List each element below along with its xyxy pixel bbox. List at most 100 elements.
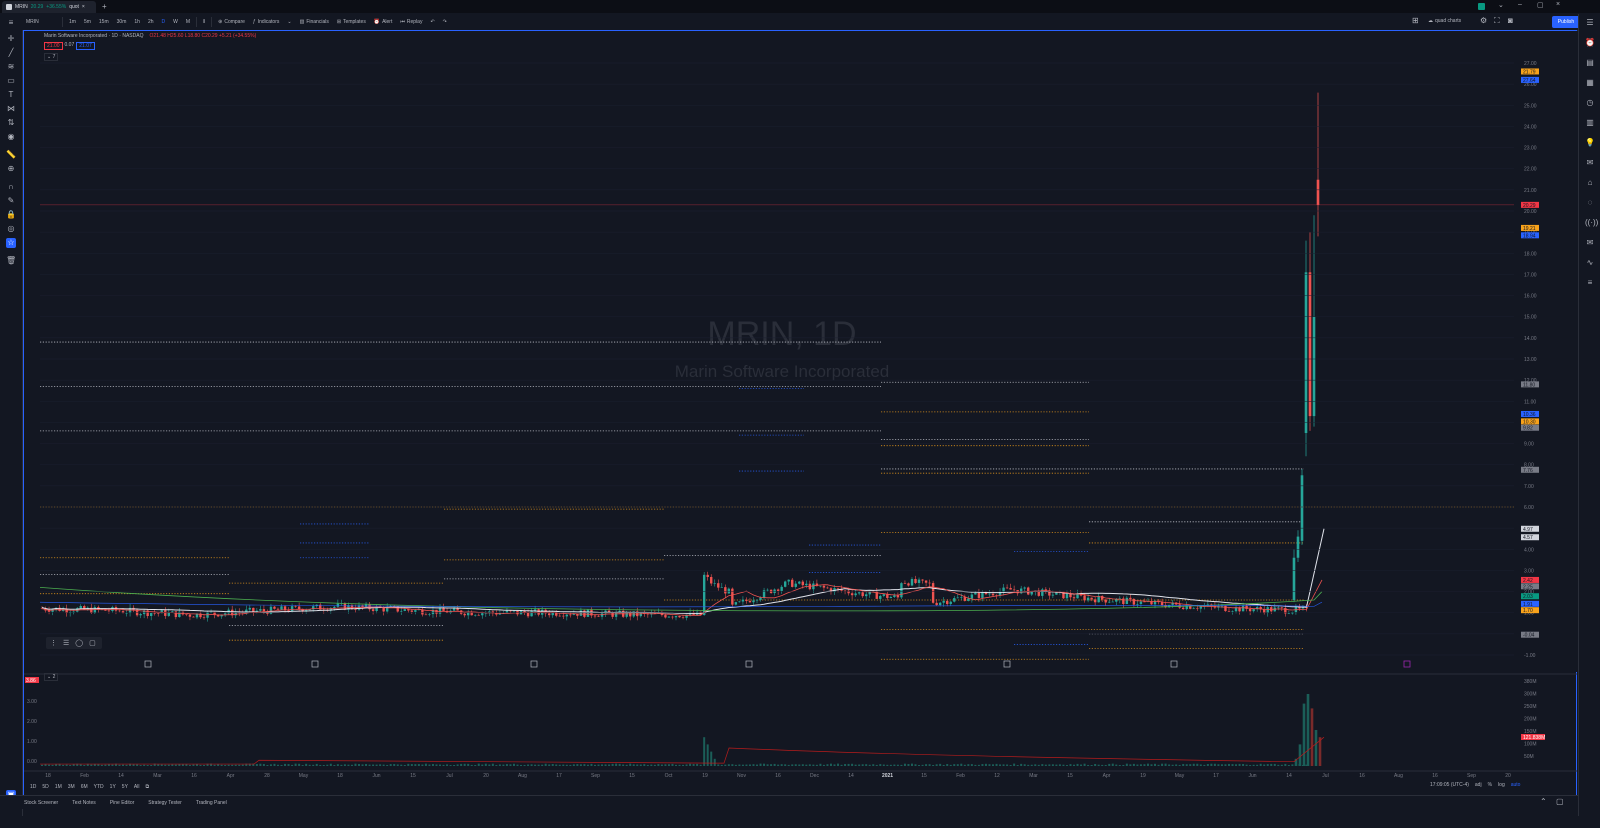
camera-icon[interactable]: ◙ [1508,16,1513,25]
templates-button[interactable]: ⊞ Templates [333,19,370,25]
interval-1m[interactable]: 1m [65,19,80,25]
magnet-icon[interactable]: ∩ [6,182,16,192]
close-window-icon[interactable]: × [1556,1,1560,8]
financials-button[interactable]: ▥ Financials [296,19,333,25]
eye-icon[interactable]: ◉ [6,132,16,142]
chat-rooms-icon[interactable]: ⌂ [1585,178,1595,188]
layout-selector[interactable]: ☁ quad charts [1428,18,1461,24]
tab-text-notes[interactable]: Text Notes [72,800,96,806]
collapse-panel-icon[interactable]: ⌃ [1540,797,1547,806]
range-5D[interactable]: 5D [42,784,48,790]
trash-icon[interactable]: 🗑 [6,256,16,266]
alerts-icon[interactable]: ⏰ [1585,38,1595,48]
prediction-icon[interactable]: ⇅ [6,118,16,128]
candles-style-icon[interactable]: ⫴ [199,19,209,25]
interval-1h[interactable]: 1h [130,19,144,25]
range-1D[interactable]: 1D [30,784,36,790]
price-chart[interactable]: MRIN, 1D Marin Software Incorporated 27.… [24,31,1577,781]
broadcast-icon[interactable]: ((·)) [1585,218,1598,228]
watchlist-icon[interactable]: ☰ [1585,18,1595,28]
collapse-legend-icon[interactable]: ⌄ 7 [44,53,59,61]
text-icon[interactable]: T [6,90,16,100]
range-3M[interactable]: 3M [68,784,75,790]
stay-drawing-icon[interactable]: ✎ [6,196,16,206]
clock-text[interactable]: 17:09:05 (UTC-4) [1430,782,1469,788]
interval-M[interactable]: M [182,19,194,25]
minimize-icon[interactable]: – [1518,1,1522,8]
favorites-icon[interactable]: ☆ [6,238,16,248]
chevron-down-icon[interactable]: ⌄ [1498,1,1504,9]
log-toggle[interactable]: log [1498,782,1505,788]
indicators-button[interactable]: ƒ Indicators [249,19,283,25]
ellipse-icon[interactable]: ◯ [75,639,83,647]
new-tab-icon[interactable]: + [102,2,107,11]
earnings-marker[interactable] [311,660,319,668]
range-6M[interactable]: 6M [81,784,88,790]
trendline-icon[interactable]: ╱ [6,48,16,58]
earnings-marker[interactable] [1003,660,1011,668]
pattern-icon[interactable]: ⋈ [6,104,16,114]
symbol-search[interactable]: MRIN [22,19,60,25]
fullscreen-icon[interactable]: ⛶ [1494,16,1500,26]
tab-strategy-tester[interactable]: Strategy Tester [148,800,182,806]
hide-icon[interactable]: ◎ [6,224,16,234]
bid-button[interactable]: 21.00 [44,42,63,50]
browser-tab[interactable]: MRIN 20.29 +36.55% quot × [2,1,96,13]
interval-W[interactable]: W [169,19,182,25]
interval-5m[interactable]: 5m [80,19,95,25]
template-icon[interactable]: ☰ [63,639,69,647]
tab-trading-panel[interactable]: Trading Panel [196,800,227,806]
layout-icon[interactable]: ⊞ [1412,16,1419,25]
adj-toggle[interactable]: adj [1475,782,1482,788]
legend-title[interactable]: Marin Software Incorporated · 1D · NASDA… [44,33,143,39]
publish-button[interactable]: Publish [1552,16,1580,28]
alert-button[interactable]: ⏰ Alert [370,19,397,25]
close-tab-icon[interactable]: × [82,4,85,10]
fib-icon[interactable]: ≋ [6,62,16,72]
earnings-marker[interactable] [1403,660,1411,668]
tab-stock-screener[interactable]: Stock Screener [24,800,58,806]
signals-icon[interactable]: ∿ [1585,258,1595,268]
redo-icon[interactable]: ↷ [439,19,451,25]
settings-icon[interactable]: ⚙ [1480,16,1487,25]
earnings-marker[interactable] [745,660,753,668]
rectangle-icon[interactable]: ▢ [89,639,96,647]
maximize-panel-icon[interactable]: ▢ [1556,797,1564,806]
undo-icon[interactable]: ↶ [426,19,438,25]
range-1Y[interactable]: 1Y [110,784,116,790]
auto-toggle[interactable]: auto [1511,782,1521,788]
calendar-icon[interactable]: ◷ [1585,98,1595,108]
earnings-marker[interactable] [530,660,538,668]
earnings-marker[interactable] [1170,660,1178,668]
hotlist-icon[interactable]: ▦ [1585,78,1595,88]
percent-toggle[interactable]: % [1488,782,1492,788]
shapes-icon[interactable]: ▭ [6,76,16,86]
menu-icon[interactable]: ≡ [0,18,22,27]
zoom-icon[interactable]: ⊕ [6,164,16,174]
interval-2h[interactable]: 2h [144,19,158,25]
order-panel-icon[interactable]: ≡ [1585,278,1595,288]
replay-button[interactable]: ⏮ Replay [396,19,426,25]
compare-button[interactable]: ⊕ Compare [214,19,249,25]
ruler-icon[interactable]: 📏 [6,150,16,160]
drag-handle-icon[interactable]: ⋮ [50,639,57,647]
ideas-icon[interactable]: 💡 [1585,138,1595,148]
streams-icon[interactable]: ◌ [1585,198,1595,208]
notifications-icon[interactable]: ✉ [1585,238,1595,248]
range-All[interactable]: All [134,784,140,790]
lock-icon[interactable]: 🔒 [6,210,16,220]
ask-button[interactable]: 21.07 [76,42,95,50]
volume-legend-toggle[interactable]: ⌄ 2 [44,673,59,681]
range-YTD[interactable]: YTD [94,784,104,790]
news-icon[interactable]: ▥ [1585,118,1595,128]
crosshair-icon[interactable]: ✛ [6,34,16,44]
range-5Y[interactable]: 5Y [122,784,128,790]
interval-D[interactable]: D [158,19,170,25]
connection-icon[interactable] [1478,3,1485,10]
chat-icon[interactable]: ✉ [1585,158,1595,168]
interval-15m[interactable]: 15m [95,19,113,25]
goto-date-icon[interactable]: ⧉ [145,784,149,790]
maximize-icon[interactable]: ▢ [1537,1,1544,9]
chevron-down-icon[interactable]: ⌄ [283,19,295,25]
tab-pine-editor[interactable]: Pine Editor [110,800,134,806]
